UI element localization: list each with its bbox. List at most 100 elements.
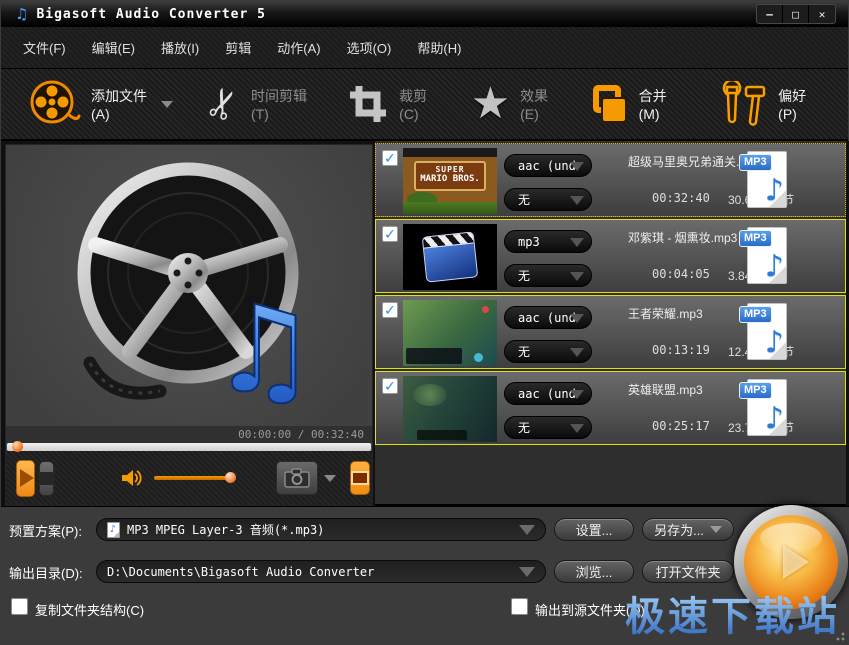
save-as-button[interactable]: 另存为... (642, 518, 734, 541)
close-button[interactable]: ✕ (809, 5, 835, 23)
file-row-2[interactable]: ✓ mp3 无 邓紫琪 - 烟熏妆.mp3 00:04:05 3.84兆字节 ♪… (375, 219, 846, 293)
menu-clip[interactable]: 剪辑 (225, 38, 251, 57)
dropdown-caret-icon (570, 196, 584, 205)
menu-file[interactable]: 文件(F) (23, 38, 66, 57)
file-4-duration: 00:25:17 (652, 419, 710, 433)
file-row-3[interactable]: ✓ aac (und 无 王者荣耀.mp3 00:13:19 12.49兆字节 … (375, 295, 846, 369)
output-dir-combobox[interactable]: D:\Documents\Bigasoft Audio Converter (96, 560, 546, 583)
time-cut-button[interactable]: ✂ 时间剪辑(T) (207, 84, 313, 124)
scissors-icon: ✂ (200, 81, 249, 126)
player-controls (6, 451, 372, 505)
file-2-mp3-icon: ♪ MP3 (743, 227, 787, 284)
speaker-icon[interactable] (120, 467, 144, 489)
file-1-effect-dropdown[interactable]: 无 (504, 188, 592, 211)
file-4-name: 英雄联盟.mp3 (628, 381, 703, 398)
file-4-format-dropdown[interactable]: aac (und (504, 382, 592, 405)
dropdown-caret-icon (570, 314, 584, 323)
snapshot-button[interactable] (276, 461, 318, 495)
volume-handle[interactable] (225, 472, 236, 483)
time-cut-label: 时间剪辑(T) (251, 86, 313, 122)
output-to-source-checkbox[interactable] (511, 598, 528, 615)
add-files-caret-icon[interactable] (161, 101, 173, 108)
volume-slider[interactable] (154, 476, 232, 480)
file-2-effect-dropdown[interactable]: 无 (504, 264, 592, 287)
mp3-mini-icon (107, 522, 120, 538)
menu-help[interactable]: 帮助(H) (417, 38, 461, 57)
crop-button[interactable]: 裁剪(C) (347, 83, 437, 125)
preview-panel: ♫ 00:00:00 / 00:32:40 (5, 144, 373, 506)
menu-options[interactable]: 选项(O) (347, 38, 392, 57)
file-3-checkbox[interactable]: ✓ (382, 302, 398, 318)
app-title: Bigasoft Audio Converter 5 (36, 7, 266, 22)
effect-label: 效果(E) (520, 86, 557, 122)
resize-grip[interactable] (835, 631, 845, 641)
file-1-duration: 00:32:40 (652, 191, 710, 205)
file-2-checkbox[interactable]: ✓ (382, 226, 398, 242)
fullscreen-button[interactable] (350, 461, 370, 495)
file-1-format-dropdown[interactable]: aac (und (504, 154, 592, 177)
file-3-duration: 00:13:19 (652, 343, 710, 357)
stop-button[interactable] (39, 461, 54, 496)
window-controls: — □ ✕ (756, 4, 836, 24)
preferences-label: 偏好(P) (778, 86, 814, 122)
dropdown-caret-icon (570, 390, 584, 399)
merge-button[interactable]: 合并(M) (591, 83, 682, 125)
wrench-hammer-icon (716, 81, 768, 127)
file-list: ✓ SUPER MARIO BROS. aac (und 无 超级马里奥兄弟通关… (375, 141, 846, 506)
minimize-button[interactable]: — (757, 5, 783, 23)
file-1-checkbox[interactable]: ✓ (382, 150, 398, 166)
seek-handle[interactable] (12, 441, 23, 452)
file-4-thumbnail (403, 376, 497, 442)
browse-button[interactable]: 浏览... (554, 560, 634, 583)
maximize-button[interactable]: □ (783, 5, 809, 23)
preset-combobox[interactable]: MP3 MPEG Layer-3 音频(*.mp3) (96, 518, 546, 541)
file-2-format-dropdown[interactable]: mp3 (504, 230, 592, 253)
crop-label: 裁剪(C) (399, 86, 437, 122)
file-2-thumbnail (403, 224, 497, 290)
play-icon (20, 469, 34, 487)
file-3-name: 王者荣耀.mp3 (628, 305, 703, 322)
stop-icon (40, 472, 53, 485)
svg-text:♫: ♫ (210, 281, 318, 420)
star-icon: ★ (471, 82, 510, 126)
effect-button[interactable]: ★ 效果(E) (471, 82, 558, 126)
add-files-label: 添加文件(A) (91, 86, 149, 122)
file-row-4[interactable]: ✓ aac (und 无 英雄联盟.mp3 00:25:17 23.71兆字节 … (375, 371, 846, 445)
settings-button[interactable]: 设置... (554, 518, 634, 541)
watermark: 极速下载站 (625, 584, 840, 642)
menu-bar: 文件(F) 编辑(E) 播放(I) 剪辑 动作(A) 选项(O) 帮助(H) (1, 27, 848, 69)
output-dir-caret-icon (519, 567, 535, 577)
output-dir-value: D:\Documents\Bigasoft Audio Converter (107, 565, 374, 579)
file-3-effect-dropdown[interactable]: 无 (504, 340, 592, 363)
file-4-mp3-icon: ♪ MP3 (743, 379, 787, 436)
preferences-button[interactable]: 偏好(P) (716, 81, 814, 127)
menu-play[interactable]: 播放(I) (161, 38, 199, 57)
seek-bar[interactable] (7, 443, 371, 451)
crop-icon (347, 83, 389, 125)
main-area: ♫ 00:00:00 / 00:32:40 (1, 141, 849, 506)
menu-edit[interactable]: 编辑(E) (92, 38, 135, 57)
copy-structure-label: 复制文件夹结构(C) (35, 600, 144, 619)
add-files-button[interactable]: 添加文件(A) (27, 78, 173, 130)
play-button[interactable] (16, 460, 35, 497)
file-2-name: 邓紫琪 - 烟熏妆.mp3 (628, 229, 737, 246)
preset-value: MP3 MPEG Layer-3 音频(*.mp3) (127, 521, 324, 538)
file-4-checkbox[interactable]: ✓ (382, 378, 398, 394)
playback-time: 00:00:00 / 00:32:40 (238, 428, 364, 441)
file-3-format-dropdown[interactable]: aac (und (504, 306, 592, 329)
mario-title-line1: SUPER (416, 163, 484, 174)
video-preview: ♫ (6, 145, 372, 426)
dropdown-caret-icon (570, 162, 584, 171)
mario-title-line2: MARIO BROS. (416, 174, 484, 185)
file-1-mp3-icon: ♪ MP3 (743, 151, 787, 208)
file-row-1[interactable]: ✓ SUPER MARIO BROS. aac (und 无 超级马里奥兄弟通关… (375, 143, 846, 217)
film-reel-artwork: ♫ (50, 153, 330, 421)
file-3-thumbnail (403, 300, 497, 366)
open-folder-button[interactable]: 打开文件夹 (642, 560, 734, 583)
file-4-effect-dropdown[interactable]: 无 (504, 416, 592, 439)
menu-action[interactable]: 动作(A) (277, 38, 320, 57)
copy-structure-checkbox[interactable] (11, 598, 28, 615)
merge-icon (591, 83, 628, 125)
film-reel-icon (27, 78, 81, 130)
snapshot-caret-icon[interactable] (324, 475, 336, 482)
